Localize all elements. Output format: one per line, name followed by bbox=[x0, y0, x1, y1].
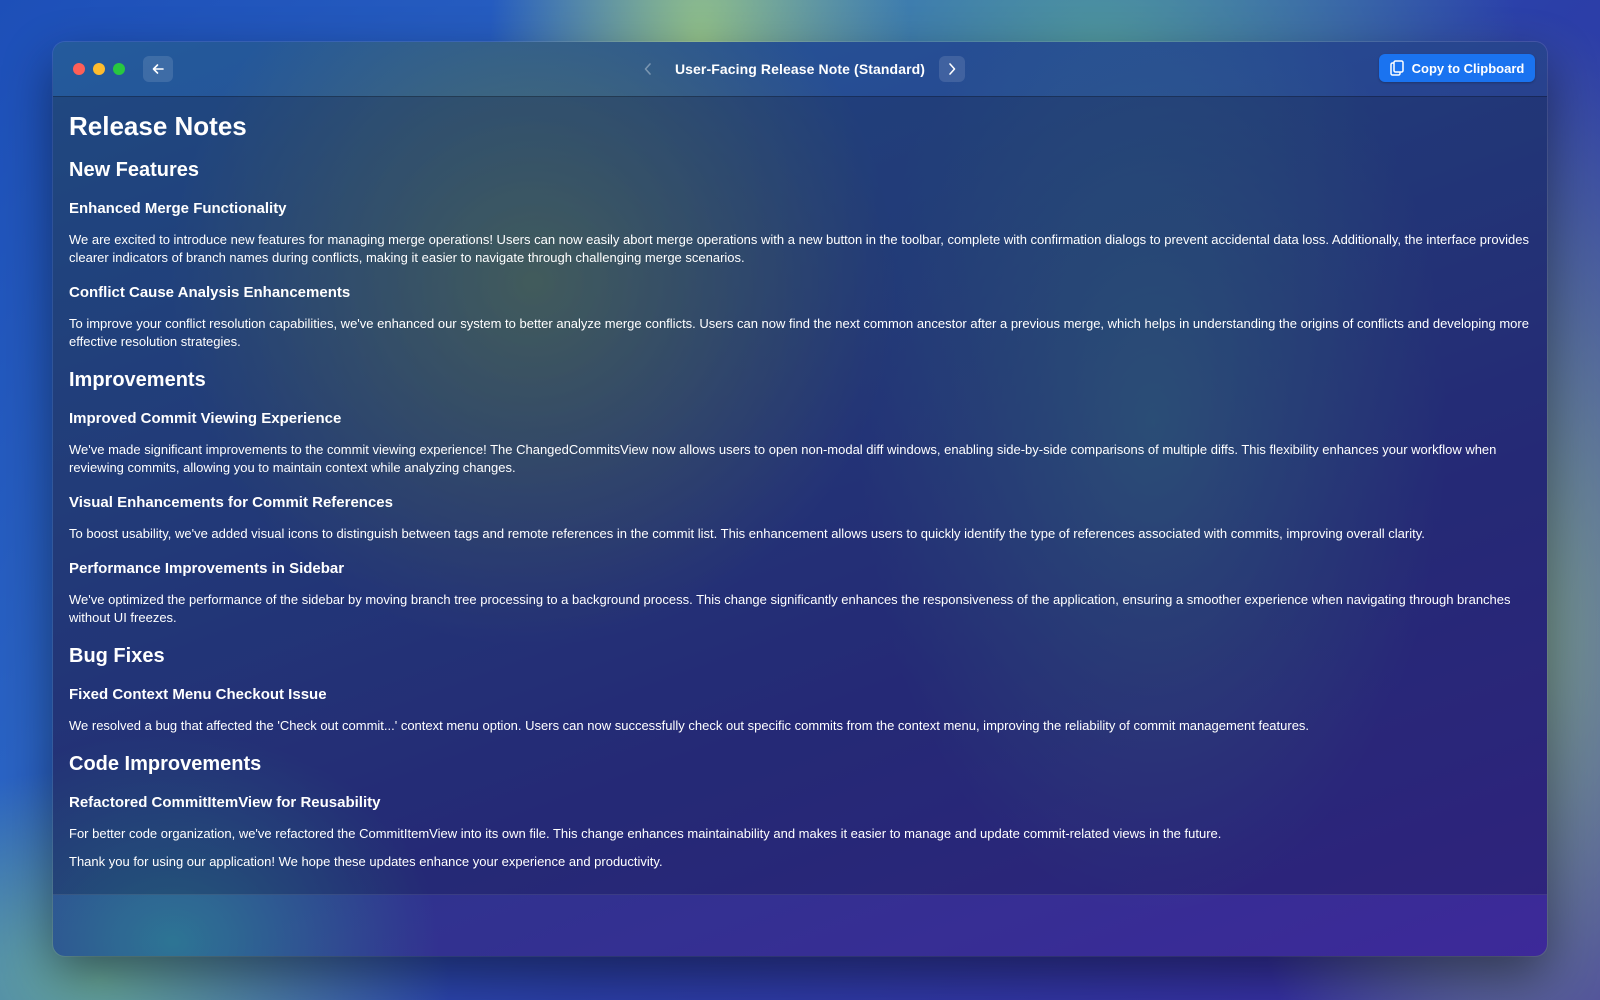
section-heading: Improvements bbox=[69, 369, 206, 391]
item-title: Refactored CommitItemView for Reusabilit… bbox=[69, 794, 381, 811]
copy-to-clipboard-button[interactable]: Copy to Clipboard bbox=[1379, 54, 1535, 82]
item-title: Enhanced Merge Functionality bbox=[69, 200, 287, 217]
section-new-features: New Features Enhanced Merge Functionalit… bbox=[69, 157, 1531, 351]
item-title: Improved Commit Viewing Experience bbox=[69, 410, 342, 427]
section-code-improvements: Code Improvements Refactored CommitItemV… bbox=[69, 751, 1531, 843]
clipboard-icon bbox=[1389, 60, 1404, 76]
document-title: Release Notes bbox=[69, 111, 247, 141]
item-body: We've made significant improvements to t… bbox=[69, 442, 1497, 475]
closing-message: Thank you for using our application! We … bbox=[69, 854, 663, 869]
item-body: We are excited to introduce new features… bbox=[69, 232, 1529, 265]
section-bug-fixes: Bug Fixes Fixed Context Menu Checkout Is… bbox=[69, 643, 1531, 735]
chevron-left-icon bbox=[644, 63, 651, 75]
chevron-right-icon bbox=[949, 63, 956, 75]
section-heading: Bug Fixes bbox=[69, 645, 165, 667]
item-title: Fixed Context Menu Checkout Issue bbox=[69, 686, 327, 703]
item-body: We've optimized the performance of the s… bbox=[69, 592, 1511, 625]
item-body: To improve your conflict resolution capa… bbox=[69, 316, 1529, 349]
item-body: We resolved a bug that affected the 'Che… bbox=[69, 718, 1310, 733]
previous-variant-button[interactable] bbox=[635, 56, 661, 82]
window-footer bbox=[53, 894, 1547, 956]
app-window: User-Facing Release Note (Standard) Copy… bbox=[53, 42, 1547, 956]
item-title: Conflict Cause Analysis Enhancements bbox=[69, 284, 351, 301]
section-heading: Code Improvements bbox=[69, 753, 262, 775]
variant-navigator: User-Facing Release Note (Standard) bbox=[53, 55, 1547, 83]
item-title: Performance Improvements in Sidebar bbox=[69, 560, 345, 577]
release-notes-content[interactable]: Release Notes New Features Enhanced Merg… bbox=[53, 96, 1547, 895]
item-body: For better code organization, we've refa… bbox=[69, 826, 1222, 841]
item-body: To boost usability, we've added visual i… bbox=[69, 526, 1425, 541]
title-bar: User-Facing Release Note (Standard) Copy… bbox=[53, 42, 1547, 96]
item-title: Visual Enhancements for Commit Reference… bbox=[69, 494, 393, 511]
section-heading: New Features bbox=[69, 159, 200, 181]
copy-button-label: Copy to Clipboard bbox=[1411, 60, 1525, 76]
next-variant-button[interactable] bbox=[939, 56, 966, 82]
section-improvements: Improvements Improved Commit Viewing Exp… bbox=[69, 367, 1531, 627]
variant-title: User-Facing Release Note (Standard) bbox=[674, 61, 926, 77]
